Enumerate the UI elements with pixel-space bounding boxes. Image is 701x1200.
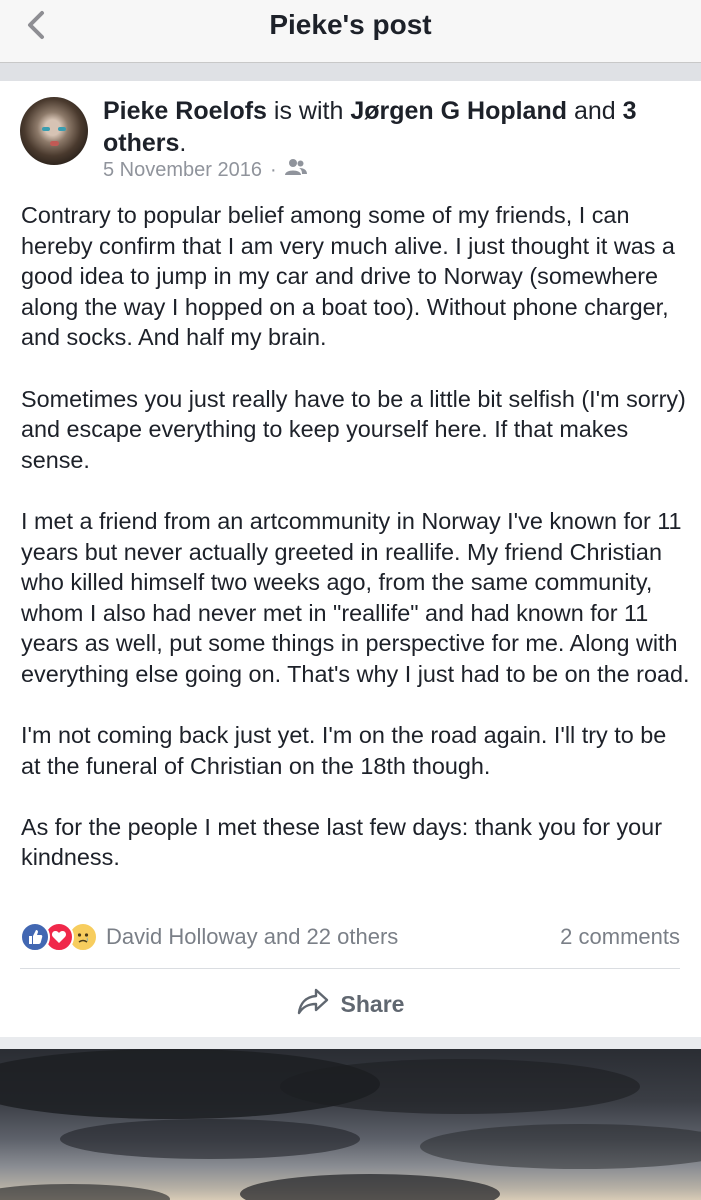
post-meta: 5 November 2016 · bbox=[103, 158, 307, 182]
with-text: is with bbox=[273, 97, 344, 125]
avatar-eye bbox=[58, 127, 66, 131]
post-paragraph: Contrary to popular belief among some of… bbox=[21, 202, 675, 351]
post-paragraph: As for the people I met these last few d… bbox=[21, 813, 662, 871]
navigation-bar: Pieke's post bbox=[0, 0, 701, 63]
post-card: Pieke Roelofs is with Jørgen G Hopland a… bbox=[0, 81, 701, 1037]
photo-cloud bbox=[0, 1184, 170, 1200]
comments-count[interactable]: 2 comments bbox=[560, 924, 680, 950]
post-body: Contrary to popular belief among some of… bbox=[21, 200, 691, 904]
author-name[interactable]: Pieke Roelofs bbox=[103, 97, 267, 125]
share-button[interactable]: Share bbox=[0, 984, 701, 1024]
reactions-bar: David Holloway and 22 others 2 comments bbox=[20, 921, 680, 953]
avatar[interactable] bbox=[20, 97, 88, 165]
divider bbox=[20, 968, 680, 969]
post-paragraph: Sometimes you just really have to be a l… bbox=[21, 385, 686, 473]
post-paragraph: I met a friend from an artcommunity in N… bbox=[21, 507, 690, 687]
reactions-count[interactable]: David Holloway and 22 others bbox=[106, 924, 398, 950]
like-icon[interactable] bbox=[20, 922, 50, 952]
friends-icon bbox=[284, 158, 307, 182]
photo-cloud bbox=[420, 1124, 701, 1169]
photo-cloud bbox=[60, 1119, 360, 1159]
share-icon bbox=[297, 987, 329, 1021]
post-photo[interactable] bbox=[0, 1049, 701, 1200]
meta-separator: · bbox=[269, 158, 277, 181]
separator-band bbox=[0, 63, 701, 81]
photo-cloud bbox=[280, 1059, 640, 1114]
header-period: . bbox=[179, 129, 187, 157]
tagged-friend[interactable]: Jørgen G Hopland bbox=[350, 97, 567, 125]
photo-cloud bbox=[240, 1174, 500, 1200]
post-header: Pieke Roelofs is with Jørgen G Hopland a… bbox=[103, 95, 663, 159]
page-title: Pieke's post bbox=[269, 9, 432, 40]
avatar-mouth bbox=[50, 141, 59, 146]
share-label: Share bbox=[340, 990, 405, 1017]
post-date[interactable]: 5 November 2016 bbox=[103, 159, 262, 182]
post-paragraph: I'm not coming back just yet. I'm on the… bbox=[21, 722, 667, 779]
and-text: and bbox=[573, 97, 616, 125]
avatar-eye bbox=[42, 127, 50, 131]
